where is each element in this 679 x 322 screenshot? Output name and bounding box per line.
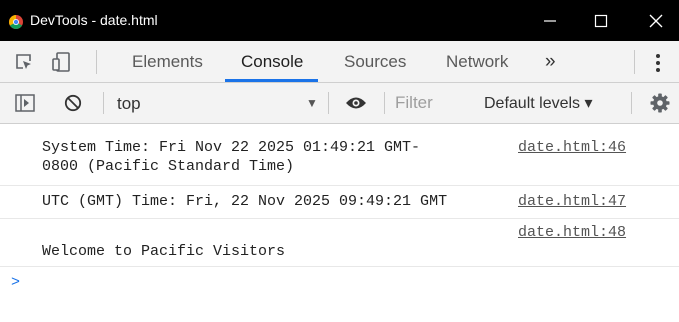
toolbar-divider — [631, 92, 632, 114]
message-text: UTC (GMT) Time: Fri, 22 Nov 2025 09:49:2… — [42, 193, 448, 210]
devtools-tab-bar: Elements Console Sources Network » — [0, 41, 679, 83]
close-button[interactable] — [633, 0, 679, 41]
message-text: System Time: Fri Nov 22 2025 01:49:21 GM… — [42, 139, 421, 175]
minimize-button[interactable] — [527, 0, 573, 41]
clear-console-icon[interactable] — [64, 94, 82, 112]
window-title: DevTools - date.html — [30, 12, 158, 28]
device-toolbar-icon[interactable] — [51, 51, 71, 73]
log-levels-dropdown[interactable]: Default levels ▾ — [484, 83, 593, 123]
tab-network[interactable]: Network — [446, 41, 508, 82]
tab-console[interactable]: Console — [241, 41, 303, 82]
console-message: Welcome to Pacific Visitors date.html:48 — [0, 219, 679, 267]
console-prompt[interactable]: > — [11, 274, 20, 291]
source-link[interactable]: date.html:46 — [518, 138, 626, 157]
kebab-menu-icon[interactable] — [655, 53, 661, 73]
toolbar-divider — [103, 92, 104, 114]
console-message: System Time: Fri Nov 22 2025 01:49:21 GM… — [0, 124, 679, 186]
chevron-down-icon[interactable]: ▼ — [306, 93, 318, 113]
context-selector[interactable]: top — [117, 83, 141, 123]
close-icon — [649, 14, 663, 28]
window-title-bar: DevTools - date.html — [0, 0, 679, 41]
active-tab-indicator — [225, 79, 318, 82]
maximize-button[interactable] — [578, 0, 624, 41]
toolbar-divider — [634, 50, 635, 74]
toolbar-divider — [384, 92, 385, 114]
chrome-icon — [9, 15, 23, 29]
console-message: UTC (GMT) Time: Fri, 22 Nov 2025 09:49:2… — [0, 186, 679, 219]
toolbar-divider — [96, 50, 97, 74]
message-text: Welcome to Pacific Visitors — [42, 243, 286, 260]
source-link[interactable]: date.html:47 — [518, 192, 626, 211]
live-expression-icon[interactable] — [345, 95, 367, 111]
console-output: System Time: Fri Nov 22 2025 01:49:21 GM… — [0, 124, 679, 322]
tab-sources[interactable]: Sources — [344, 41, 406, 82]
toolbar-divider — [328, 92, 329, 114]
more-tabs-button[interactable]: » — [545, 41, 556, 82]
maximize-icon — [594, 14, 608, 28]
inspect-element-icon[interactable] — [14, 52, 34, 72]
settings-gear-icon[interactable] — [650, 93, 670, 113]
console-toolbar: top ▼ Default levels ▾ — [0, 83, 679, 124]
show-sidebar-icon[interactable] — [15, 94, 35, 112]
source-link[interactable]: date.html:48 — [518, 223, 626, 242]
minimize-icon — [544, 20, 556, 22]
tab-elements[interactable]: Elements — [132, 41, 203, 82]
filter-input[interactable] — [391, 91, 479, 115]
